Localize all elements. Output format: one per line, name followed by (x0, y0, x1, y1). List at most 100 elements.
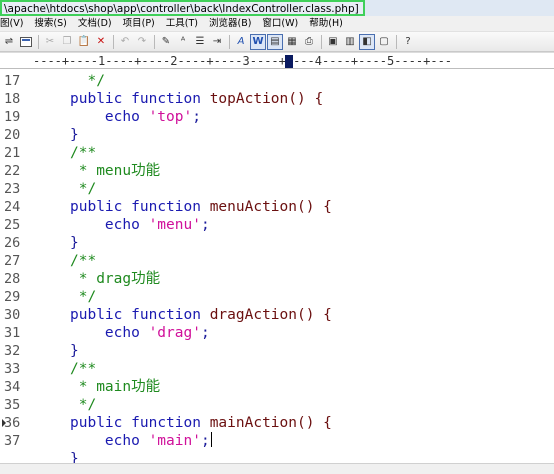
code-token: public (70, 415, 123, 431)
code-line[interactable]: 37 echo 'main'; (0, 432, 554, 450)
code-line[interactable]: 18 public function topAction() { (0, 90, 554, 108)
cut-icon[interactable]: ✂ (42, 34, 58, 50)
code-token: menuAction() { (200, 199, 332, 215)
delete-icon[interactable]: ✕ (93, 34, 109, 50)
menu-project[interactable]: 项目(P) (123, 16, 160, 32)
line-number: 33 (4, 361, 21, 377)
hex-icon[interactable]: ▦ (284, 34, 300, 50)
code-token: echo (70, 325, 149, 341)
toolbar-divider (229, 34, 230, 49)
code-token: 'menu' (148, 217, 201, 233)
line-number: 21 (4, 145, 21, 161)
code-line[interactable]: 27 /** (0, 252, 554, 270)
code-token: /** (70, 253, 97, 269)
code-token: /** (70, 145, 97, 161)
code-token: */ (70, 289, 97, 305)
code-line[interactable]: 32} (0, 342, 554, 360)
code-line[interactable]: 33 /** (0, 360, 554, 378)
code-text: */ (70, 72, 104, 90)
code-line[interactable]: 34 * main功能 (0, 378, 554, 396)
toolbar-divider (396, 34, 397, 49)
horizontal-scrollbar[interactable] (0, 463, 554, 474)
code-text: */ (70, 396, 96, 414)
code-line[interactable]: 28 * drag功能 (0, 270, 554, 288)
code-line[interactable]: 22 * menu功能 (0, 162, 554, 180)
menu-window[interactable]: 窗口(W) (262, 16, 303, 32)
code-token: } (70, 343, 79, 359)
code-text: /** (70, 252, 96, 270)
menu-help[interactable]: 帮助(H) (309, 16, 348, 32)
code-token: echo (70, 217, 149, 233)
panel-icon[interactable]: ▥ (342, 34, 358, 50)
line-number: 31 (4, 325, 21, 341)
redo-icon[interactable]: ↷ (134, 34, 150, 50)
line-number: 25 (4, 217, 21, 233)
title-bar: \apache\htdocs\shop\app\controller\back\… (0, 0, 554, 16)
line-number: 19 (4, 109, 21, 125)
copy-icon[interactable]: ❐ (59, 34, 75, 50)
undo-icon[interactable]: ↶ (117, 34, 133, 50)
line-number: 23 (4, 181, 21, 197)
code-line[interactable]: 26} (0, 234, 554, 252)
pen-icon[interactable]: ✎ (158, 34, 174, 50)
code-token: ; (200, 217, 210, 233)
code-text: * main功能 (70, 378, 160, 396)
toolbar-divider (113, 34, 114, 49)
code-token: ; (200, 433, 210, 449)
code-line[interactable]: 35 */ (0, 396, 554, 414)
text-caret (210, 432, 212, 447)
code-line[interactable]: 21 /** (0, 144, 554, 162)
line-number: 26 (4, 235, 21, 251)
insert-icon[interactable]: ⇥ (209, 34, 225, 50)
wordwrap-icon[interactable]: ⇌ (1, 34, 17, 50)
code-token: 'top' (148, 109, 193, 125)
code-text: public function dragAction() { (70, 306, 332, 324)
bold-w-icon[interactable]: W (250, 33, 266, 50)
list-icon[interactable]: ☰ (192, 34, 208, 50)
font-a-icon[interactable]: A (233, 34, 249, 50)
code-line[interactable]: 31 echo 'drag'; (0, 324, 554, 342)
line-number: 20 (4, 127, 21, 143)
code-line[interactable]: 25 echo 'menu'; (0, 216, 554, 234)
toolbar-divider (38, 34, 39, 49)
menu-document[interactable]: 文档(D) (78, 16, 117, 32)
line-number: 35 (4, 397, 21, 413)
toolbar: ⇌ ✂ ❐ 📋 ✕ ↶ ↷ ✎ ᴬ ☰ ⇥ A W ▤ ▦ ⎙ ▣ ▥ ◧ ▢ … (0, 32, 554, 52)
code-line[interactable]: 24 public function menuAction() { (0, 198, 554, 216)
code-token: mainAction() { (200, 415, 332, 431)
menu-tools[interactable]: 工具(T) (166, 16, 203, 32)
code-line[interactable]: 30 public function dragAction() { (0, 306, 554, 324)
paste-icon[interactable]: 📋 (76, 34, 92, 50)
code-token: */ (70, 397, 97, 413)
highlight-icon[interactable]: ᴬ (175, 34, 191, 50)
code-line[interactable]: 19 echo 'top'; (0, 108, 554, 126)
line-number: 18 (4, 91, 21, 107)
bookmark-icon[interactable]: ◧ (359, 33, 375, 50)
clip-icon[interactable]: ▢ (376, 34, 392, 50)
code-text: echo 'top'; (70, 108, 201, 126)
code-text: * drag功能 (70, 270, 160, 288)
help-icon[interactable]: ? (400, 34, 416, 50)
code-line[interactable]: 23 */ (0, 180, 554, 198)
print-preview-icon[interactable]: ⎙ (301, 34, 317, 50)
code-text: } (70, 234, 79, 252)
code-line[interactable]: 36 public function mainAction() { (0, 414, 554, 432)
menu-browser[interactable]: 浏览器(B) (209, 16, 256, 32)
code-token: } (70, 235, 79, 251)
column-icon[interactable]: ▤ (267, 33, 283, 50)
window-icon[interactable]: ▣ (325, 34, 341, 50)
menu-view[interactable]: 图(V) (0, 16, 28, 32)
line-number: 28 (4, 271, 21, 287)
document-icon[interactable] (18, 34, 34, 50)
code-editor[interactable]: 17 */18 public function topAction() {19 e… (0, 70, 554, 474)
code-line[interactable]: 20} (0, 126, 554, 144)
code-token: */ (70, 181, 97, 197)
code-token: dragAction() { (200, 307, 332, 323)
code-line[interactable]: 17 */ (0, 72, 554, 90)
menu-search[interactable]: 搜索(S) (34, 16, 71, 32)
window-title: \apache\htdocs\shop\app\controller\back\… (0, 0, 365, 16)
code-token: function (131, 199, 201, 215)
code-line[interactable]: 29 */ (0, 288, 554, 306)
